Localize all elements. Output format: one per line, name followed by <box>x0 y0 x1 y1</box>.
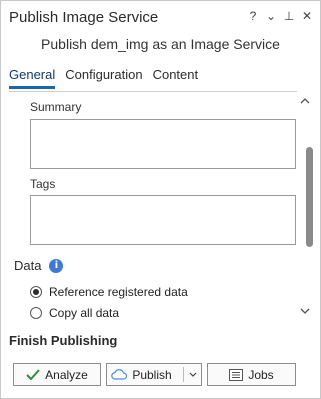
jobs-button[interactable]: Jobs <box>207 363 296 386</box>
radio-label: Reference registered data <box>49 285 188 299</box>
tab-divider <box>9 91 297 92</box>
finish-publishing-title: Finish Publishing <box>9 333 118 348</box>
summary-label: Summary <box>30 100 82 114</box>
radio-copy-all[interactable]: Copy all data <box>30 306 119 320</box>
tab-content[interactable]: Content <box>153 67 199 89</box>
publish-label: Publish <box>132 367 172 382</box>
jobs-label: Jobs <box>248 367 274 382</box>
dropdown-arrow-icon[interactable] <box>189 372 197 377</box>
info-icon[interactable]: i <box>49 258 64 273</box>
pane-controls: ? ⌄ ⊥ ✕ <box>247 8 313 24</box>
tab-configuration[interactable]: Configuration <box>65 67 142 89</box>
tab-general[interactable]: General <box>9 67 56 89</box>
tags-field[interactable] <box>30 195 296 245</box>
data-section-header: Data i <box>14 258 64 273</box>
radio-label: Copy all data <box>49 306 120 320</box>
analyze-label: Analyze <box>45 367 88 382</box>
pin-icon[interactable]: ⊥ <box>283 8 295 24</box>
pane-title: Publish Image Service <box>9 9 159 26</box>
jobs-icon <box>229 368 244 381</box>
scroll-down-icon[interactable] <box>299 306 311 317</box>
scroll-up-icon[interactable] <box>299 96 311 107</box>
close-icon[interactable]: ✕ <box>301 8 313 24</box>
summary-field[interactable] <box>30 119 296 169</box>
scrollbar-thumb[interactable] <box>306 147 313 247</box>
cloud-icon <box>111 369 128 380</box>
pane-subtitle: Publish dem_img as an Image Service <box>41 36 280 52</box>
radio-button[interactable] <box>30 307 42 319</box>
split-divider <box>182 367 184 382</box>
tags-label: Tags <box>30 177 56 191</box>
help-icon[interactable]: ? <box>247 8 259 24</box>
publish-button[interactable]: Publish <box>106 363 202 386</box>
radio-reference-registered[interactable]: Reference registered data <box>30 285 188 299</box>
tab-bar: General Configuration Content <box>9 67 198 89</box>
checkmark-icon <box>26 369 40 380</box>
analyze-button[interactable]: Analyze <box>13 363 101 386</box>
menu-chevron-icon[interactable]: ⌄ <box>265 8 277 24</box>
radio-button[interactable] <box>30 286 42 298</box>
data-title: Data <box>14 258 42 273</box>
